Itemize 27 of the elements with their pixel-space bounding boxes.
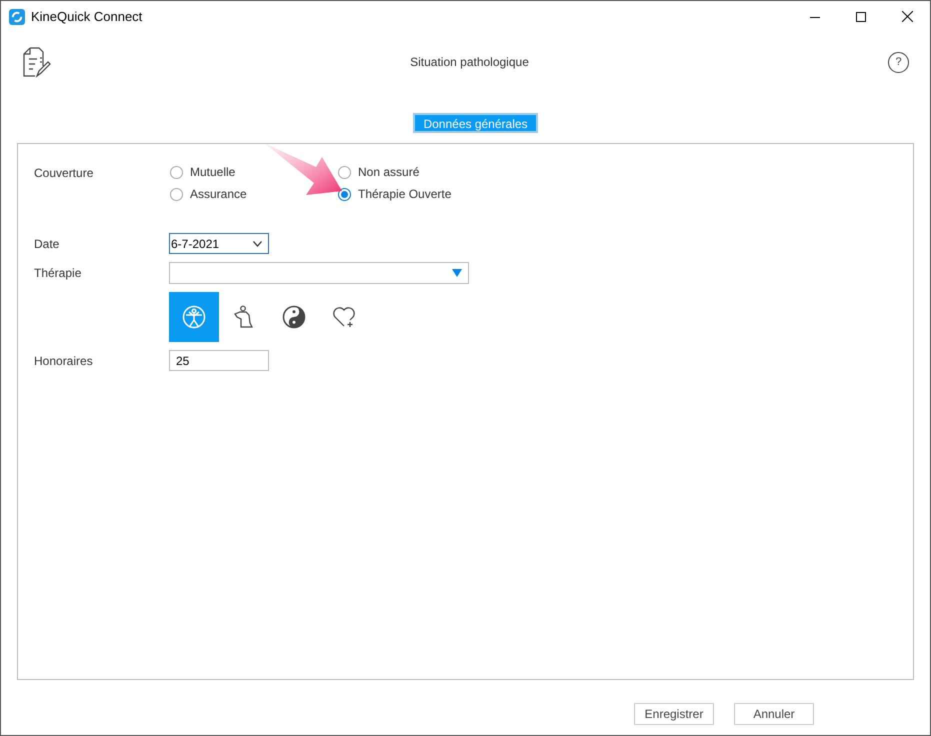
chevron-down-icon: [253, 240, 262, 246]
dialog-button[interactable]: Annuler: [734, 703, 814, 725]
date-picker[interactable]: 6-7-2021: [169, 233, 269, 254]
radio-button[interactable]: [170, 166, 183, 178]
maximize-icon: [856, 12, 866, 22]
dropdown-arrow-icon: [452, 269, 462, 277]
dialog-button[interactable]: Enregistrer: [634, 703, 714, 725]
radio-button[interactable]: [338, 166, 351, 178]
radio-option[interactable]: Mutuelle: [170, 164, 236, 180]
heart-plus-icon: [332, 306, 356, 328]
document-edit-icon: [21, 46, 51, 78]
radio-button[interactable]: [170, 188, 183, 200]
torso-icon: [233, 305, 255, 329]
radio-option[interactable]: Non assuré: [338, 164, 420, 180]
close-icon: [902, 11, 912, 22]
field-label: Date: [34, 236, 60, 252]
help-button[interactable]: ?: [888, 52, 909, 72]
app-logo-icon: [9, 8, 25, 24]
field-label: Honoraires: [34, 352, 94, 370]
field-label: Couverture: [34, 165, 94, 182]
page-title: Situation pathologique: [409, 54, 530, 71]
window-title: KineQuick Connect: [31, 8, 142, 26]
radio-option[interactable]: Assurance: [170, 186, 247, 202]
yin-yang-icon: [282, 305, 306, 329]
field-label: Thérapie: [34, 265, 82, 282]
human-figure-icon: [182, 305, 206, 329]
fees-input[interactable]: 25: [169, 350, 269, 371]
